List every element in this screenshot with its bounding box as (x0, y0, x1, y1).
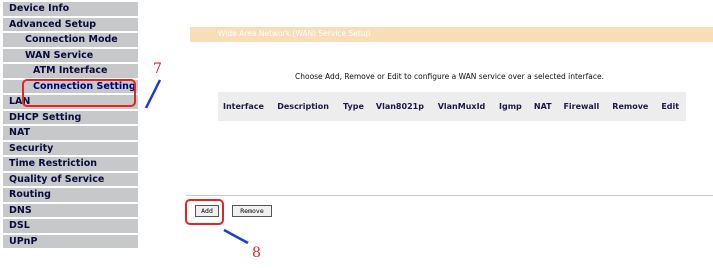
nav-advanced-setup[interactable]: Advanced Setup (3, 17, 138, 32)
step-7-label: 7 (153, 61, 162, 77)
table-header-row: Interface Description Type Vlan8021p Vla… (218, 92, 686, 121)
col-remove: Remove (612, 102, 649, 111)
instruction-text: Choose Add, Remove or Edit to configure … (294, 72, 604, 81)
nav-atm-interface[interactable]: ATM Interface (3, 64, 138, 79)
page-title: Wide Area Network (WAN) Service Setup (218, 29, 371, 38)
nav-routing[interactable]: Routing (3, 188, 138, 203)
sidebar-nav: Device Info Advanced Setup Connection Mo… (3, 2, 138, 268)
col-type: Type (343, 102, 364, 111)
col-interface: Interface (223, 102, 264, 111)
nav-dhcp-setting[interactable]: DHCP Setting (3, 110, 138, 125)
col-description: Description (277, 102, 329, 111)
callout-add-button (185, 199, 224, 225)
nav-dsl[interactable]: DSL (3, 219, 138, 234)
col-firewall: Firewall (563, 102, 600, 111)
wan-service-table: Interface Description Type Vlan8021p Vla… (218, 92, 686, 121)
divider (186, 195, 713, 196)
col-edit: Edit (661, 102, 680, 111)
col-vlan8021p: Vlan8021p (375, 102, 424, 111)
nav-upnp[interactable]: UPnP (3, 234, 138, 249)
arrow-to-connection-setting (144, 79, 162, 109)
col-vlanmuxid: VlanMuxId (437, 102, 486, 111)
nav-nat[interactable]: NAT (3, 126, 138, 141)
nav-dns[interactable]: DNS (3, 203, 138, 218)
nav-connection-mode[interactable]: Connection Mode (3, 33, 138, 48)
col-igmp: Igmp (499, 102, 522, 111)
remove-button[interactable]: Remove (232, 205, 272, 217)
arrow-to-add-button (223, 228, 249, 245)
nav-quality-of-service[interactable]: Quality of Service (3, 172, 138, 187)
step-8-label: 8 (252, 245, 261, 261)
nav-time-restriction[interactable]: Time Restriction (3, 157, 138, 172)
nav-wan-service[interactable]: WAN Service (3, 48, 138, 63)
nav-device-info[interactable]: Device Info (3, 2, 138, 17)
nav-security[interactable]: Security (3, 141, 138, 156)
callout-connection-setting (22, 79, 136, 107)
col-nat: NAT (533, 102, 552, 111)
